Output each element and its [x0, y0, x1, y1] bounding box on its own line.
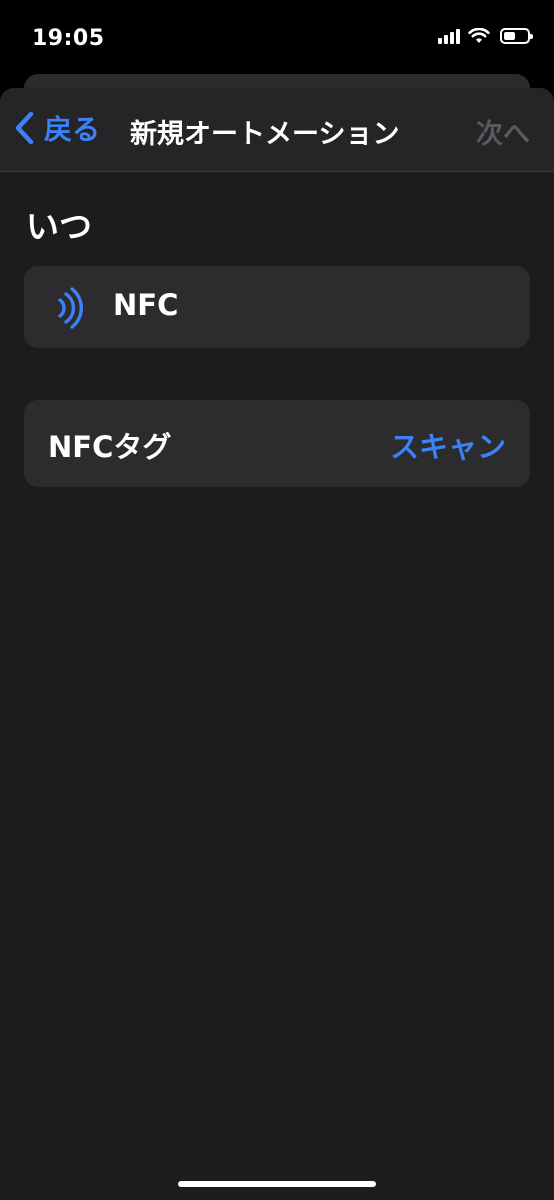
wifi-icon [468, 28, 490, 43]
nfc-icon [58, 287, 83, 329]
navigation-bar: 戻る 新規オートメーション 次へ [0, 88, 554, 172]
nfc-tag-label: NFCタグ [48, 430, 172, 464]
back-label: 戻る [44, 113, 101, 146]
section-title: いつ [26, 207, 92, 246]
chevron-left-icon [15, 111, 34, 145]
battery-nub [530, 34, 533, 39]
automation-sheet: 戻る 新規オートメーション 次へ いつ NFC NFCタグ スキャン [0, 88, 554, 1200]
status-time: 19:05 [32, 26, 105, 51]
signal-bars-icon [438, 28, 460, 44]
home-indicator[interactable] [178, 1181, 376, 1187]
scan-button[interactable]: スキャン [390, 424, 506, 466]
trigger-label: NFC [113, 288, 179, 322]
nfc-tag-row: NFCタグ スキャン [24, 400, 530, 487]
next-button[interactable]: 次へ [476, 112, 530, 151]
page-title: 新規オートメーション [130, 119, 400, 150]
back-button[interactable]: 戻る [12, 106, 100, 150]
battery-level-fill [504, 32, 515, 40]
trigger-card[interactable]: NFC [24, 266, 530, 348]
status-icons [438, 28, 533, 44]
battery-icon [500, 28, 533, 44]
status-bar: 19:05 [0, 0, 554, 80]
